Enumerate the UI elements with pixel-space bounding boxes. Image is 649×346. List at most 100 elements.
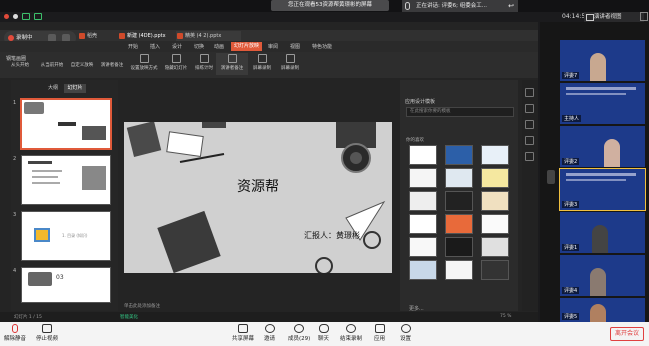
sidebar-tool-icon[interactable] xyxy=(525,104,534,113)
template-thumb[interactable] xyxy=(409,145,437,165)
stop-video-button[interactable]: 停止视频 xyxy=(36,324,58,342)
slide-canvas[interactable]: 资源帮 汇报人：黄璟彬 xyxy=(124,122,392,273)
members-icon xyxy=(294,324,305,333)
menu-insert[interactable]: 插入 xyxy=(150,43,160,50)
thumb-image xyxy=(82,126,106,140)
wps-right-sidebar xyxy=(522,80,538,311)
gallery-toggle-button[interactable] xyxy=(547,170,555,184)
template-thumb[interactable] xyxy=(445,191,473,211)
slide-thumbnail[interactable]: 1 xyxy=(13,98,112,150)
speaking-text: 正在讲话: 评委6; 组委会工... xyxy=(416,3,487,9)
share-screen-button[interactable]: 共享屏幕 xyxy=(232,324,254,342)
record-icon xyxy=(346,324,356,333)
gear-icon xyxy=(400,324,411,333)
thumb-image xyxy=(82,166,106,190)
participant-video xyxy=(590,268,606,296)
template-panel-title: 应用设计模板 xyxy=(405,99,436,105)
template-thumb[interactable] xyxy=(445,168,473,188)
person-add-icon xyxy=(264,324,275,333)
tab-slides[interactable]: 幻灯片 xyxy=(64,84,86,93)
ribbon-speaker-notes[interactable]: 演讲者备注 xyxy=(216,53,248,75)
menu-animation[interactable]: 动画 xyxy=(214,43,224,50)
menu-features[interactable]: 特色功能 xyxy=(312,43,332,50)
settings-button[interactable]: 设置 xyxy=(400,324,411,342)
menu-design[interactable]: 设计 xyxy=(172,43,182,50)
wps-tab-docer[interactable]: 稻壳 xyxy=(78,31,97,41)
ribbon-setup-show[interactable]: 设置放映方式 xyxy=(128,53,160,75)
apps-button[interactable]: 应用 xyxy=(374,324,385,342)
apps-icon xyxy=(374,324,385,333)
wps-tab-file-2[interactable]: 精英 (4 2).pptx xyxy=(176,31,242,41)
template-thumb[interactable] xyxy=(481,145,509,165)
template-thumb[interactable] xyxy=(445,214,473,234)
template-thumb[interactable] xyxy=(481,191,509,211)
leave-meeting-button[interactable]: 离开会议 xyxy=(610,327,644,341)
template-thumb[interactable] xyxy=(445,260,473,280)
menu-transition[interactable]: 切换 xyxy=(194,43,204,50)
template-thumb[interactable] xyxy=(481,214,509,234)
template-thumb[interactable] xyxy=(481,237,509,257)
menu-view[interactable]: 视图 xyxy=(290,43,300,50)
speaking-indicator: 正在讲话: 评委6; 组委会工... ↩ xyxy=(402,0,518,12)
slide-thumbnail[interactable]: 2 xyxy=(13,155,111,205)
tab-outline[interactable]: 大纲 xyxy=(42,84,64,93)
participant-video xyxy=(592,225,608,253)
template-thumb[interactable] xyxy=(481,260,509,280)
sidebar-tool-icon[interactable] xyxy=(525,88,534,97)
participant-tile[interactable]: 评委2 xyxy=(560,126,645,167)
speaker-view-button[interactable]: 演讲者视图 xyxy=(584,12,644,22)
sidebar-tool-icon[interactable] xyxy=(525,120,534,129)
screen-share-banner: 您正在观看53资源帮黄璟彬的屏幕 xyxy=(271,0,389,11)
menu-slideshow[interactable]: 幻灯片放映 xyxy=(231,42,263,51)
ribbon-screen-record-2[interactable]: 屏幕录制 xyxy=(274,53,306,75)
chat-button[interactable]: 聊天 xyxy=(318,324,329,342)
glasses-illustration xyxy=(363,231,381,249)
security-icon[interactable] xyxy=(22,13,30,20)
template-search-input[interactable]: 在此搜索你要的模板 xyxy=(406,107,514,117)
pen-tool-label[interactable]: 钢笔画圈 xyxy=(6,55,26,62)
template-thumb[interactable] xyxy=(445,237,473,257)
template-thumb[interactable] xyxy=(445,145,473,165)
thumb-chart xyxy=(34,228,50,242)
share-screen-icon xyxy=(238,324,248,333)
close-window-icon[interactable] xyxy=(4,14,9,19)
thumb-line xyxy=(32,182,60,184)
slide-thumbnail[interactable]: 3 1. 目录 (知识) xyxy=(13,211,111,261)
template-thumb[interactable] xyxy=(409,191,437,211)
unmute-button[interactable]: 解除静音 xyxy=(4,324,26,342)
pen-illustration xyxy=(179,153,225,163)
participant-tile-active[interactable]: 评委3 xyxy=(559,168,646,211)
slide-subtitle[interactable]: 汇报人：黄璟彬 xyxy=(304,230,360,241)
participant-tile[interactable]: 评委4 xyxy=(560,255,645,296)
smart-beautify[interactable]: 智能美化 xyxy=(120,314,138,320)
slide-thumbnail[interactable]: 4 03 xyxy=(13,267,111,303)
participant-tile[interactable]: 评委7 xyxy=(560,40,645,81)
slide-title[interactable]: 资源帮 xyxy=(124,176,392,196)
wps-tab-file-1[interactable]: 新建 (4DE).pptx xyxy=(118,31,166,41)
notes-placeholder[interactable]: 单击此处添加备注 xyxy=(124,303,160,309)
notepad-illustration xyxy=(166,131,204,157)
template-thumb[interactable] xyxy=(409,237,437,257)
fullscreen-icon[interactable] xyxy=(640,12,648,21)
menu-review[interactable]: 审阅 xyxy=(268,43,278,50)
camera-lens-inner xyxy=(350,152,362,164)
more-templates-link[interactable]: 更多... xyxy=(409,305,424,312)
members-button[interactable]: 成员(29) xyxy=(288,324,310,342)
minimize-window-icon[interactable] xyxy=(13,14,18,19)
menu-home[interactable]: 开始 xyxy=(128,43,138,50)
participant-tile[interactable]: 评委5 xyxy=(560,298,645,322)
participant-tile[interactable]: 主持人 xyxy=(560,83,645,124)
template-thumb[interactable] xyxy=(409,214,437,234)
template-thumb[interactable] xyxy=(481,168,509,188)
phone-illustration xyxy=(202,122,226,128)
template-thumb[interactable] xyxy=(409,260,437,280)
invite-button[interactable]: 邀请 xyxy=(264,324,275,342)
back-icon[interactable]: ↩ xyxy=(508,0,514,12)
zoom-level[interactable]: 75 % xyxy=(500,314,511,319)
end-recording-button[interactable]: 结束录制 xyxy=(340,324,362,342)
wps-status-bar xyxy=(0,312,538,322)
participant-tile[interactable]: 评委1 xyxy=(560,212,645,253)
sidebar-tool-icon[interactable] xyxy=(525,152,534,161)
template-thumb[interactable] xyxy=(409,168,437,188)
sidebar-tool-icon[interactable] xyxy=(525,136,534,145)
